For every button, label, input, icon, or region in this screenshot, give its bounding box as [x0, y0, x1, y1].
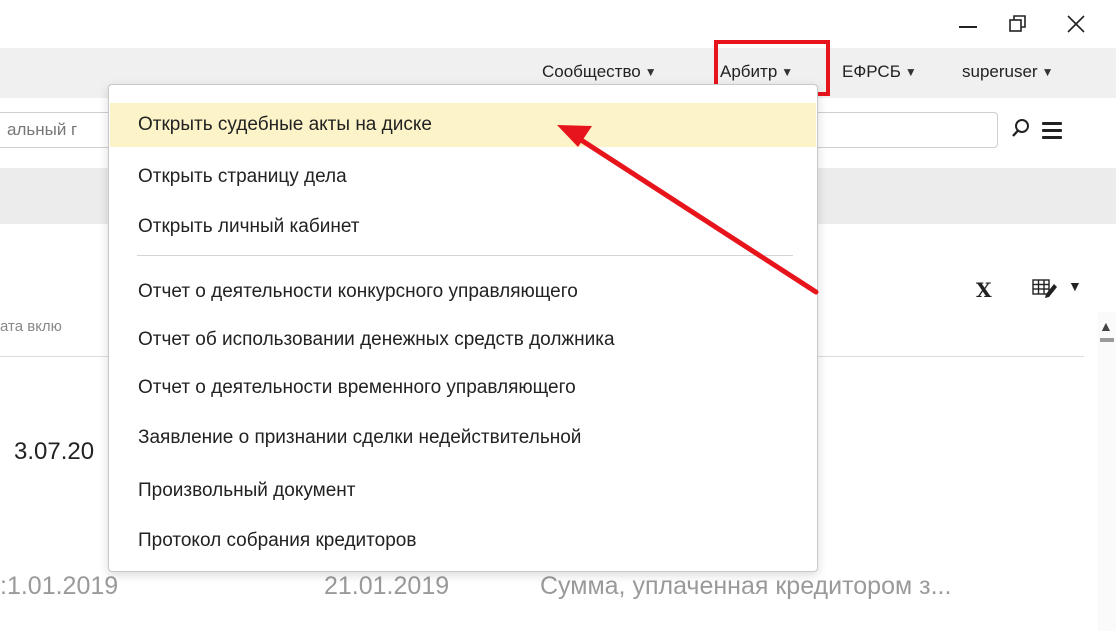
menu-item-open-cabinet[interactable]: Открыть личный кабинет [110, 205, 816, 249]
title-bar [0, 0, 1116, 48]
row1-date: 3.07.20 [14, 438, 95, 465]
menu-user-label: superuser [962, 62, 1038, 81]
menu-item-open-case-page[interactable]: Открыть страницу дела [110, 155, 816, 199]
menu-item-open-court-acts[interactable]: Открыть судебные акты на диске [110, 103, 816, 147]
column-header-date[interactable]: ата вклю [0, 318, 62, 335]
menu-efrsb[interactable]: ЕФРСБ ▼ [842, 62, 917, 82]
minimize-button[interactable] [946, 4, 990, 44]
export-excel-icon[interactable]: X [976, 278, 992, 302]
restore-icon [1009, 15, 1026, 32]
search-icon[interactable] [1011, 118, 1031, 140]
menu-item-report-funds-usage[interactable]: Отчет об использовании денежных средств … [110, 318, 816, 362]
menu-community[interactable]: Сообщество ▼ [542, 62, 657, 82]
scrollbar[interactable] [1098, 312, 1116, 631]
table-edit-icon[interactable] [1032, 278, 1058, 298]
menu-item-custom-document[interactable]: Произвольный документ [110, 469, 816, 513]
restore-button[interactable] [996, 4, 1040, 44]
scrollbar-thumb[interactable] [1100, 338, 1114, 342]
chevron-down-icon: ▼ [644, 65, 657, 79]
scroll-up-icon[interactable]: ▲ [1099, 318, 1113, 334]
menu-item-creditors-meeting-protocol[interactable]: Протокол собрания кредиторов [110, 519, 816, 563]
chevron-down-icon[interactable]: ▼ [1068, 278, 1082, 294]
close-icon [1067, 15, 1085, 33]
menu-item-report-bankruptcy-manager[interactable]: Отчет о деятельности конкурсного управля… [110, 270, 816, 314]
row2-date-a: :1.01.2019 [0, 572, 119, 600]
menu-divider [137, 255, 793, 256]
chevron-down-icon: ▼ [904, 65, 917, 79]
menu-item-invalid-deal-claim[interactable]: Заявление о признании сделки недействите… [110, 416, 816, 460]
menu-efrsb-label: ЕФРСБ [842, 62, 901, 81]
menu-community-label: Сообщество [542, 62, 641, 81]
menu-user[interactable]: superuser ▼ [962, 62, 1054, 82]
arbitr-dropdown-menu: Открыть судебные акты на диске Открыть с… [108, 84, 818, 572]
row2-description: Сумма, уплаченная кредитором з... [540, 572, 952, 600]
minimize-icon [959, 26, 977, 28]
close-button[interactable] [1054, 4, 1098, 44]
chevron-down-icon: ▼ [1041, 65, 1054, 79]
menu-item-report-interim-manager[interactable]: Отчет о деятельности временного управляю… [110, 366, 816, 410]
menu-icon[interactable] [1042, 122, 1062, 140]
row2-date-b: 21.01.2019 [324, 572, 450, 600]
